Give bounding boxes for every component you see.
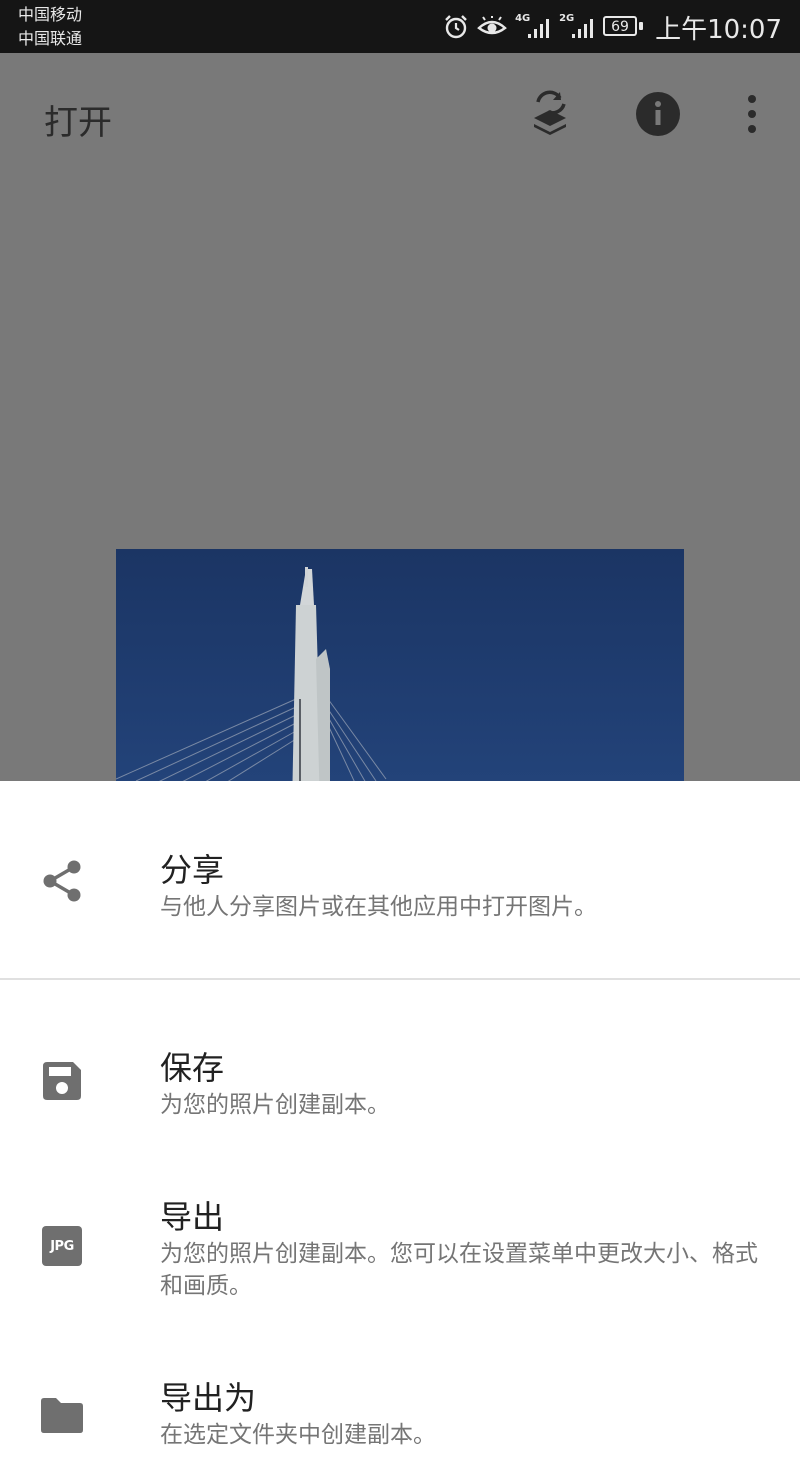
sheet-divider — [0, 978, 800, 980]
status-bar: 中国移动 中国联通 4G 2G 69 上午10:07 — [0, 0, 800, 53]
share-title: 分享 — [160, 851, 225, 889]
save-option[interactable]: 保存 为您的照片创建副本。 — [0, 1011, 800, 1141]
export-as-title: 导出为 — [160, 1379, 257, 1417]
status-clock: 上午10:07 — [655, 14, 782, 45]
jpg-icon: JPG — [38, 1222, 86, 1270]
save-icon — [38, 1057, 86, 1105]
share-description: 与他人分享图片或在其他应用中打开图片。 — [160, 894, 597, 920]
eye-comfort-icon — [477, 16, 507, 38]
save-title: 保存 — [160, 1049, 225, 1087]
folder-icon — [38, 1391, 86, 1439]
share-icon — [38, 857, 86, 905]
carrier-1: 中国移动 — [18, 5, 83, 24]
signal-4g-icon: 4G — [515, 13, 551, 41]
save-description: 为您的照片创建副本。 — [160, 1092, 390, 1118]
export-description: 为您的照片创建副本。您可以在设置菜单中更改大小、格式和画质。 — [160, 1241, 758, 1299]
export-option[interactable]: JPG 导出 为您的照片创建副本。您可以在设置菜单中更改大小、格式和画质。 — [0, 1176, 800, 1326]
signal-2g-icon: 2G — [559, 13, 595, 41]
export-as-option[interactable]: 导出为 在选定文件夹中创建副本。 — [0, 1361, 800, 1480]
alarm-icon — [443, 14, 469, 40]
info-icon[interactable] — [634, 89, 682, 139]
jpg-icon-label: JPG — [42, 1226, 82, 1266]
export-as-description: 在选定文件夹中创建副本。 — [160, 1422, 436, 1448]
page-title[interactable]: 打开 — [44, 95, 112, 144]
carrier-2: 中国联通 — [18, 29, 83, 48]
battery-icon: 69 — [603, 16, 644, 38]
app-content-scrim[interactable]: 打开 — [0, 53, 800, 781]
battery-level: 69 — [611, 19, 629, 35]
photo-preview — [115, 549, 684, 781]
export-title: 导出 — [160, 1198, 225, 1236]
status-indicators: 4G 2G 69 上午10:07 — [443, 8, 782, 46]
bottom-sheet: 分享 与他人分享图片或在其他应用中打开图片。 保存 为您的照片创建副本。 JPG… — [0, 781, 800, 1480]
bridge-tower-image — [115, 567, 387, 781]
layers-refresh-icon[interactable] — [526, 89, 574, 139]
more-vert-icon[interactable] — [728, 89, 776, 139]
share-option[interactable]: 分享 与他人分享图片或在其他应用中打开图片。 — [0, 781, 800, 978]
